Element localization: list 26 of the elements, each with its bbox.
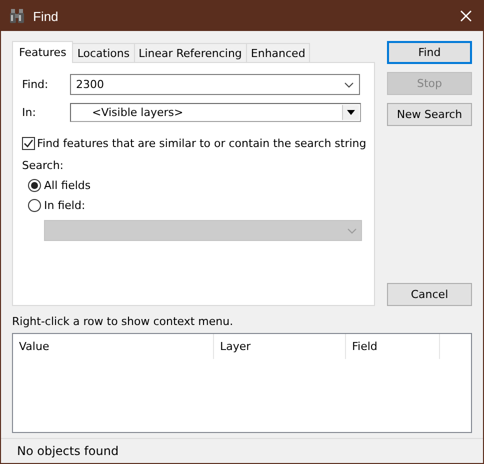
- binoculars-icon: [10, 8, 24, 24]
- radio-button[interactable]: All fields: [28, 178, 374, 192]
- find-label: Find:: [22, 78, 50, 91]
- dialog-button[interactable]: Find: [387, 41, 472, 64]
- triangle-down-icon[interactable]: [347, 110, 355, 115]
- chevron-down-icon: [347, 228, 357, 234]
- cancel-button[interactable]: Cancel: [387, 283, 472, 306]
- similar-checkbox[interactable]: Find features that are similar to or contain the search string: [22, 137, 374, 150]
- search-label: Search:: [22, 159, 64, 172]
- chevron-down-icon[interactable]: [344, 82, 354, 88]
- column-header[interactable]: Layer: [214, 334, 346, 359]
- column-header[interactable]: Value: [13, 334, 214, 359]
- hint-text: Right-click a row to show context menu.: [12, 315, 234, 328]
- in-label: In:: [22, 106, 37, 119]
- window-title: Find: [33, 8, 60, 24]
- column-header[interactable]: Field: [346, 334, 440, 359]
- checkmark-icon: [23, 138, 34, 149]
- find-combo[interactable]: 2300: [70, 74, 360, 95]
- tab[interactable]: Linear Referencing: [134, 43, 247, 62]
- status-text: No objects found: [17, 444, 119, 458]
- tab[interactable]: Features: [12, 41, 74, 63]
- radio-button[interactable]: In field:: [28, 198, 374, 212]
- layer-dropdown[interactable]: <Visible layers>: [70, 103, 361, 122]
- dialog-button[interactable]: New Search: [387, 103, 472, 126]
- close-icon[interactable]: [460, 10, 472, 22]
- tab[interactable]: Enhanced: [246, 43, 310, 62]
